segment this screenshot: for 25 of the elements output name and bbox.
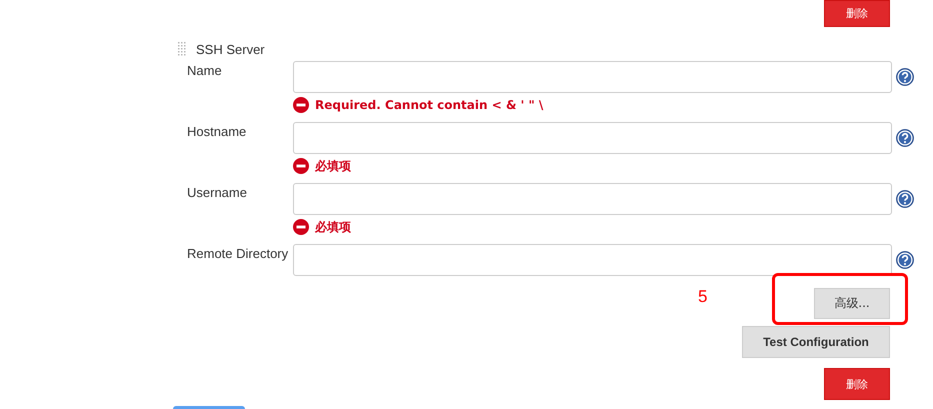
delete-button[interactable]: 删除: [824, 368, 890, 400]
error-icon: [293, 97, 309, 113]
annotation-number: 5: [698, 287, 708, 307]
help-icon[interactable]: [896, 129, 914, 147]
error-message: 必填项: [315, 158, 351, 174]
input-field[interactable]: [293, 122, 892, 154]
section-title: SSH Server: [196, 42, 265, 56]
input-field[interactable]: [293, 61, 892, 93]
advanced-button[interactable]: 高级...: [814, 288, 890, 319]
help-icon[interactable]: [896, 68, 914, 86]
test-configuration-button[interactable]: Test Configuration: [742, 326, 890, 358]
delete-button[interactable]: 删除: [824, 0, 890, 27]
error-message: Required. Cannot contain < & ' " \: [315, 98, 544, 112]
field-label: Hostname: [187, 123, 248, 139]
error-icon: [293, 158, 309, 174]
input-field[interactable]: [293, 244, 892, 276]
error-message: 必填项: [315, 218, 351, 236]
field-label: Name: [187, 62, 223, 78]
help-icon[interactable]: [896, 251, 914, 269]
input-field[interactable]: [293, 183, 892, 215]
field-label: Remote Directory: [187, 245, 290, 261]
help-icon[interactable]: [896, 190, 914, 208]
drag-handle-icon: [177, 41, 187, 57]
field-label: Username: [187, 184, 248, 200]
error-icon: [293, 219, 309, 235]
